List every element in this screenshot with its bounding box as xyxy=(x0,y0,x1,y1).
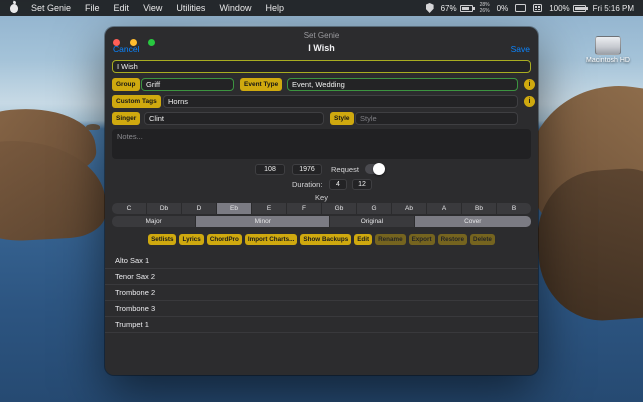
event-type-input[interactable]: Event, Wedding xyxy=(287,78,518,91)
custom-tags-input[interactable]: Horns xyxy=(163,95,518,108)
action-button[interactable]: Lyrics xyxy=(179,234,204,245)
battery-icon xyxy=(459,4,475,12)
battery1-percent: 67% xyxy=(440,3,457,13)
key-segment[interactable]: C xyxy=(112,203,147,214)
info-button-2[interactable]: i xyxy=(524,96,535,107)
action-button[interactable]: Export xyxy=(408,234,435,245)
group-label[interactable]: Group xyxy=(112,78,140,91)
key-segment[interactable]: Bb xyxy=(462,203,497,214)
action-button[interactable]: Restore xyxy=(437,234,468,245)
group-input[interactable]: Griff xyxy=(141,78,234,91)
track-row[interactable]: Tenor Sax 2 xyxy=(105,269,538,285)
request-toggle[interactable] xyxy=(365,163,385,175)
mode-segment[interactable]: Major xyxy=(112,216,197,227)
desktop-icon-macintosh-hd[interactable]: Macintosh HD xyxy=(585,36,631,64)
key-segment[interactable]: Ab xyxy=(392,203,427,214)
key-segment[interactable]: Gb xyxy=(322,203,357,214)
action-button-row: Setlists Lyrics ChordPro Import Charts... Sh… xyxy=(112,234,531,245)
song-title-header: I Wish xyxy=(308,43,335,53)
notes-textarea[interactable]: Notes... xyxy=(112,129,531,159)
key-segmented-control: C Db D Eb E F Gb G Ab A Bb B xyxy=(112,203,531,214)
key-segment[interactable]: F xyxy=(287,203,322,214)
menu-clock[interactable]: Fri 5:16 PM xyxy=(593,4,634,13)
mode-segment[interactable]: Minor xyxy=(196,216,331,227)
display-icon[interactable] xyxy=(515,4,527,12)
cpu-monitor[interactable]: 28% 26% xyxy=(479,1,490,14)
battery-status-2[interactable]: 100% xyxy=(549,3,588,13)
custom-tags-label[interactable]: Custom Tags xyxy=(112,95,161,108)
duration-label: Duration: xyxy=(292,180,323,189)
singer-input[interactable]: Clint xyxy=(144,112,324,125)
key-segment[interactable]: G xyxy=(357,203,392,214)
action-button[interactable]: Show Backups xyxy=(300,234,352,245)
action-button[interactable]: ChordPro xyxy=(206,234,242,245)
app-menus: Set Genie File Edit View Utilities Window Help xyxy=(24,0,291,16)
sea-rock xyxy=(86,124,100,130)
window-title: Set Genie xyxy=(303,31,340,40)
song-title-input[interactable]: I Wish xyxy=(112,60,531,73)
key-segment[interactable]: Eb xyxy=(217,203,252,214)
stack-bottom-percent: 26% xyxy=(479,7,490,14)
style-input[interactable]: Style xyxy=(355,112,518,125)
track-row[interactable]: Alto Sax 1 xyxy=(105,253,538,269)
key-segment[interactable]: E xyxy=(252,203,287,214)
key-segment[interactable]: B xyxy=(497,203,531,214)
battery-full-icon xyxy=(572,4,588,12)
battery2-percent: 100% xyxy=(549,3,570,13)
key-segment[interactable]: A xyxy=(427,203,462,214)
mode-segment[interactable]: Original xyxy=(330,216,415,227)
volume-label: Macintosh HD xyxy=(586,57,630,64)
mode-segmented-control: Major Minor Original Cover xyxy=(112,216,531,227)
save-button[interactable]: Save xyxy=(511,44,530,54)
hard-drive-icon xyxy=(595,36,621,55)
grid-icon[interactable] xyxy=(533,4,543,12)
action-button[interactable]: Import Charts... xyxy=(244,234,298,245)
menu-item[interactable]: File xyxy=(78,0,107,16)
action-button[interactable]: Edit xyxy=(354,234,373,245)
toggle-knob xyxy=(373,163,385,175)
request-label: Request xyxy=(331,165,359,174)
duration-seconds-input[interactable]: 12 xyxy=(352,179,372,190)
track-list: Alto Sax 1 Tenor Sax 2 Trombone 2 Trombone … xyxy=(105,253,538,333)
action-button[interactable]: Delete xyxy=(470,234,495,245)
gpu-percent[interactable]: 0% xyxy=(497,4,509,13)
menu-item[interactable]: View xyxy=(136,0,169,16)
track-row[interactable]: Trumpet 1 xyxy=(105,317,538,333)
menu-item[interactable]: Window xyxy=(212,0,258,16)
key-label: Key xyxy=(315,193,328,202)
set-genie-window: Set Genie Cancel I Wish Save I Wish Grou… xyxy=(105,27,538,375)
menu-bar: Set Genie File Edit View Utilities Window Help… xyxy=(0,0,643,16)
key-segment[interactable]: D xyxy=(182,203,217,214)
menu-item[interactable]: Utilities xyxy=(169,0,212,16)
event-type-label[interactable]: Event Type xyxy=(240,78,283,91)
track-row[interactable]: Trombone 3 xyxy=(105,301,538,317)
menu-item[interactable]: Set Genie xyxy=(24,0,78,16)
style-label[interactable]: Style xyxy=(330,112,354,125)
year-input[interactable]: 1976 xyxy=(292,164,322,175)
menu-item[interactable]: Edit xyxy=(107,0,137,16)
apple-menu-icon[interactable] xyxy=(10,3,18,13)
action-button[interactable]: Rename xyxy=(375,234,406,245)
duration-minutes-input[interactable]: 4 xyxy=(329,179,347,190)
tempo-input[interactable]: 108 xyxy=(255,164,285,175)
info-button-1[interactable]: i xyxy=(524,79,535,90)
key-segment[interactable]: Db xyxy=(147,203,182,214)
mode-segment[interactable]: Cover xyxy=(414,216,531,227)
stack-top-percent: 28% xyxy=(479,1,490,8)
shield-icon[interactable] xyxy=(425,3,434,13)
battery-status-1[interactable]: 67% xyxy=(440,3,475,13)
track-row[interactable]: Trombone 2 xyxy=(105,285,538,301)
action-button[interactable]: Setlists xyxy=(148,234,177,245)
singer-label[interactable]: Singer xyxy=(112,112,141,125)
status-area: 67% 28% 26% 0% 100% Fri 5:16 PM xyxy=(425,1,643,14)
menu-item[interactable]: Help xyxy=(258,0,291,16)
